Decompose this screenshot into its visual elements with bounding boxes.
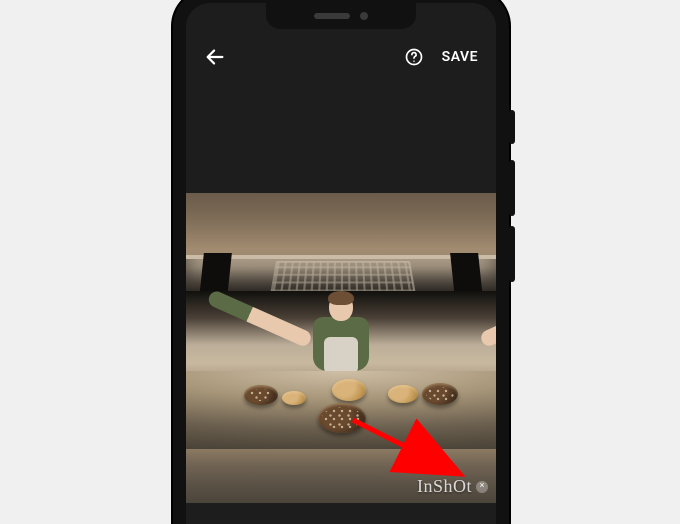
cookie [422,383,458,405]
cookie [318,403,366,433]
photo-preview[interactable]: InShOt × [186,193,496,503]
phone-frame: SAVE [173,0,509,524]
power-button [509,110,515,144]
stage: SAVE [0,0,680,524]
watermark[interactable]: InShOt × [417,476,488,497]
save-button[interactable]: SAVE [442,49,478,65]
oven-rack [270,261,416,294]
back-arrow-icon[interactable] [204,46,226,68]
cookie [282,391,306,405]
notch [266,3,416,29]
volume-up-button [509,160,515,216]
cookie [332,379,366,401]
cookie [388,385,418,403]
cookie [244,385,278,405]
top-bar: SAVE [186,37,496,77]
watermark-text: InShOt [417,476,472,497]
speaker [314,13,350,19]
close-icon[interactable]: × [476,481,488,493]
front-camera [360,12,368,20]
screen: SAVE [186,3,496,524]
help-icon[interactable] [404,47,424,67]
volume-down-button [509,226,515,282]
hair [328,291,354,305]
